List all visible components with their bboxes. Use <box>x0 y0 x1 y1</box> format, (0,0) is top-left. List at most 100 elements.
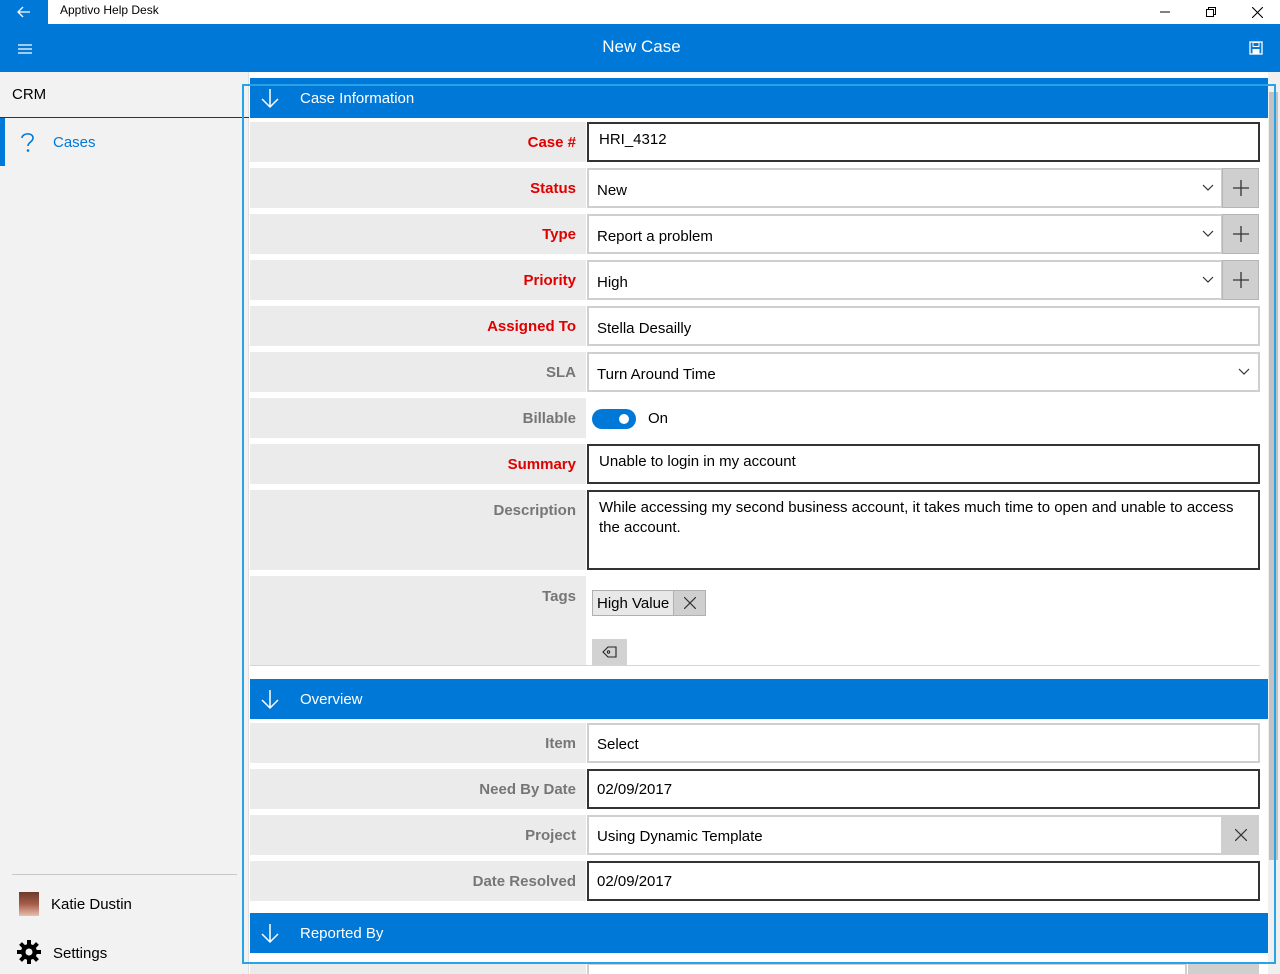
app-title: Apptivo Help Desk <box>60 3 159 17</box>
button-partial <box>1188 963 1259 974</box>
row-billable: Billable On <box>250 398 1260 438</box>
row-description: Description While accessing my second bu… <box>250 490 1260 570</box>
arrow-down-icon <box>261 924 279 944</box>
close-window-button[interactable] <box>1234 0 1280 24</box>
chevron-down-icon <box>1238 368 1250 375</box>
type-label: Type <box>250 214 586 254</box>
tag-icon <box>601 646 617 658</box>
row-status: Status New <box>250 168 1260 208</box>
row-type: Type Report a problem <box>250 214 1260 254</box>
type-value: Report a problem <box>597 228 713 245</box>
user-profile[interactable]: Katie Dustin <box>0 888 249 924</box>
priority-select[interactable]: High <box>587 260 1223 300</box>
type-select[interactable]: Report a problem <box>587 214 1223 254</box>
page-title: New Case <box>602 37 681 56</box>
add-tag-button[interactable] <box>592 639 627 665</box>
user-name: Katie Dustin <box>51 896 132 913</box>
description-textarea[interactable]: While accessing my second business accou… <box>587 490 1260 570</box>
close-icon <box>1234 829 1247 841</box>
selection-indicator <box>0 118 5 166</box>
row-case-number: Case # HRI_4312 <box>250 122 1260 162</box>
case-number-label: Case # <box>250 122 586 162</box>
status-label: Status <box>250 168 586 208</box>
tag-label: High Value <box>597 594 670 612</box>
case-number-field[interactable]: HRI_4312 <box>587 122 1260 162</box>
billable-label: Billable <box>250 398 586 438</box>
restore-icon <box>1206 7 1216 17</box>
project-field[interactable]: Using Dynamic Template <box>587 815 1223 855</box>
row-priority: Priority High <box>250 260 1260 300</box>
row-summary: Summary Unable to login in my account <box>250 444 1260 484</box>
close-icon <box>683 597 696 609</box>
row-partial <box>250 963 586 974</box>
plus-icon <box>1232 180 1249 196</box>
clear-project-button[interactable] <box>1222 815 1259 855</box>
arrow-down-icon <box>261 690 279 710</box>
item-select[interactable]: Select <box>587 723 1260 763</box>
sla-value: Turn Around Time <box>597 366 716 383</box>
back-button[interactable] <box>0 0 48 24</box>
field-partial <box>587 963 1187 974</box>
priority-label: Priority <box>250 260 586 300</box>
case-form: Case Information Case # HRI_4312 Status … <box>250 72 1280 974</box>
row-assigned-to: Assigned To Stella Desailly <box>250 306 1260 346</box>
priority-value: High <box>597 274 628 291</box>
row-sla: SLA Turn Around Time <box>250 352 1260 392</box>
sidebar-item-cases[interactable]: Cases <box>0 118 249 166</box>
plus-icon <box>1232 226 1249 242</box>
gear-icon <box>17 940 41 964</box>
arrow-left-icon <box>17 6 30 18</box>
tag-chip: High Value <box>592 590 707 616</box>
save-icon[interactable] <box>1249 41 1263 55</box>
settings-item[interactable]: Settings <box>0 936 249 972</box>
add-type-button[interactable] <box>1222 214 1259 254</box>
summary-label: Summary <box>250 444 586 484</box>
row-date-resolved: Date Resolved 02/09/2017 <box>250 861 1260 901</box>
row-project: Project Using Dynamic Template <box>250 815 1260 855</box>
title-bar: Apptivo Help Desk <box>0 0 1280 24</box>
section-reported-by[interactable]: Reported By <box>250 913 1268 953</box>
minimize-button[interactable] <box>1142 0 1188 24</box>
summary-field[interactable]: Unable to login in my account <box>587 444 1260 484</box>
add-status-button[interactable] <box>1222 168 1259 208</box>
toggle-knob <box>619 414 629 424</box>
scrollbar-thumb[interactable] <box>1269 92 1278 860</box>
billable-toggle[interactable] <box>592 409 636 429</box>
need-by-date-field[interactable]: 02/09/2017 <box>587 769 1260 809</box>
sla-label: SLA <box>250 352 586 392</box>
assigned-to-field[interactable]: Stella Desailly <box>587 306 1260 346</box>
status-value: New <box>597 182 628 199</box>
chevron-down-icon <box>1202 230 1214 237</box>
add-priority-button[interactable] <box>1222 260 1259 300</box>
sidebar: CRM Cases Katie Dustin Settings <box>0 72 249 974</box>
section-title: Overview <box>300 691 363 708</box>
description-label: Description <box>250 490 586 570</box>
minimize-icon <box>1160 11 1170 13</box>
restore-button[interactable] <box>1188 0 1234 24</box>
sla-select[interactable]: Turn Around Time <box>587 352 1260 392</box>
billable-state: On <box>648 410 669 427</box>
need-by-date-label: Need By Date <box>250 769 586 809</box>
section-case-information[interactable]: Case Information <box>250 78 1268 118</box>
chevron-down-icon <box>1202 184 1214 191</box>
remove-tag-button[interactable] <box>673 591 706 615</box>
item-label: Item <box>250 723 586 763</box>
app-header: New Case <box>0 24 1280 72</box>
status-select[interactable]: New <box>587 168 1223 208</box>
section-title: Reported By <box>300 925 384 942</box>
section-overview[interactable]: Overview <box>250 679 1268 719</box>
section-title: Case Information <box>300 90 415 107</box>
avatar <box>19 892 39 916</box>
divider <box>12 874 237 875</box>
tags-label: Tags <box>250 576 586 665</box>
row-tags: Tags High Value <box>250 576 1260 665</box>
chevron-down-icon <box>1202 276 1214 283</box>
plus-icon <box>1232 272 1249 288</box>
close-icon <box>1251 6 1263 18</box>
divider <box>250 665 1260 666</box>
settings-label: Settings <box>53 945 108 962</box>
date-resolved-label: Date Resolved <box>250 861 586 901</box>
date-resolved-field[interactable]: 02/09/2017 <box>587 861 1260 901</box>
arrow-down-icon <box>261 89 279 109</box>
row-item: Item Select <box>250 723 1260 763</box>
